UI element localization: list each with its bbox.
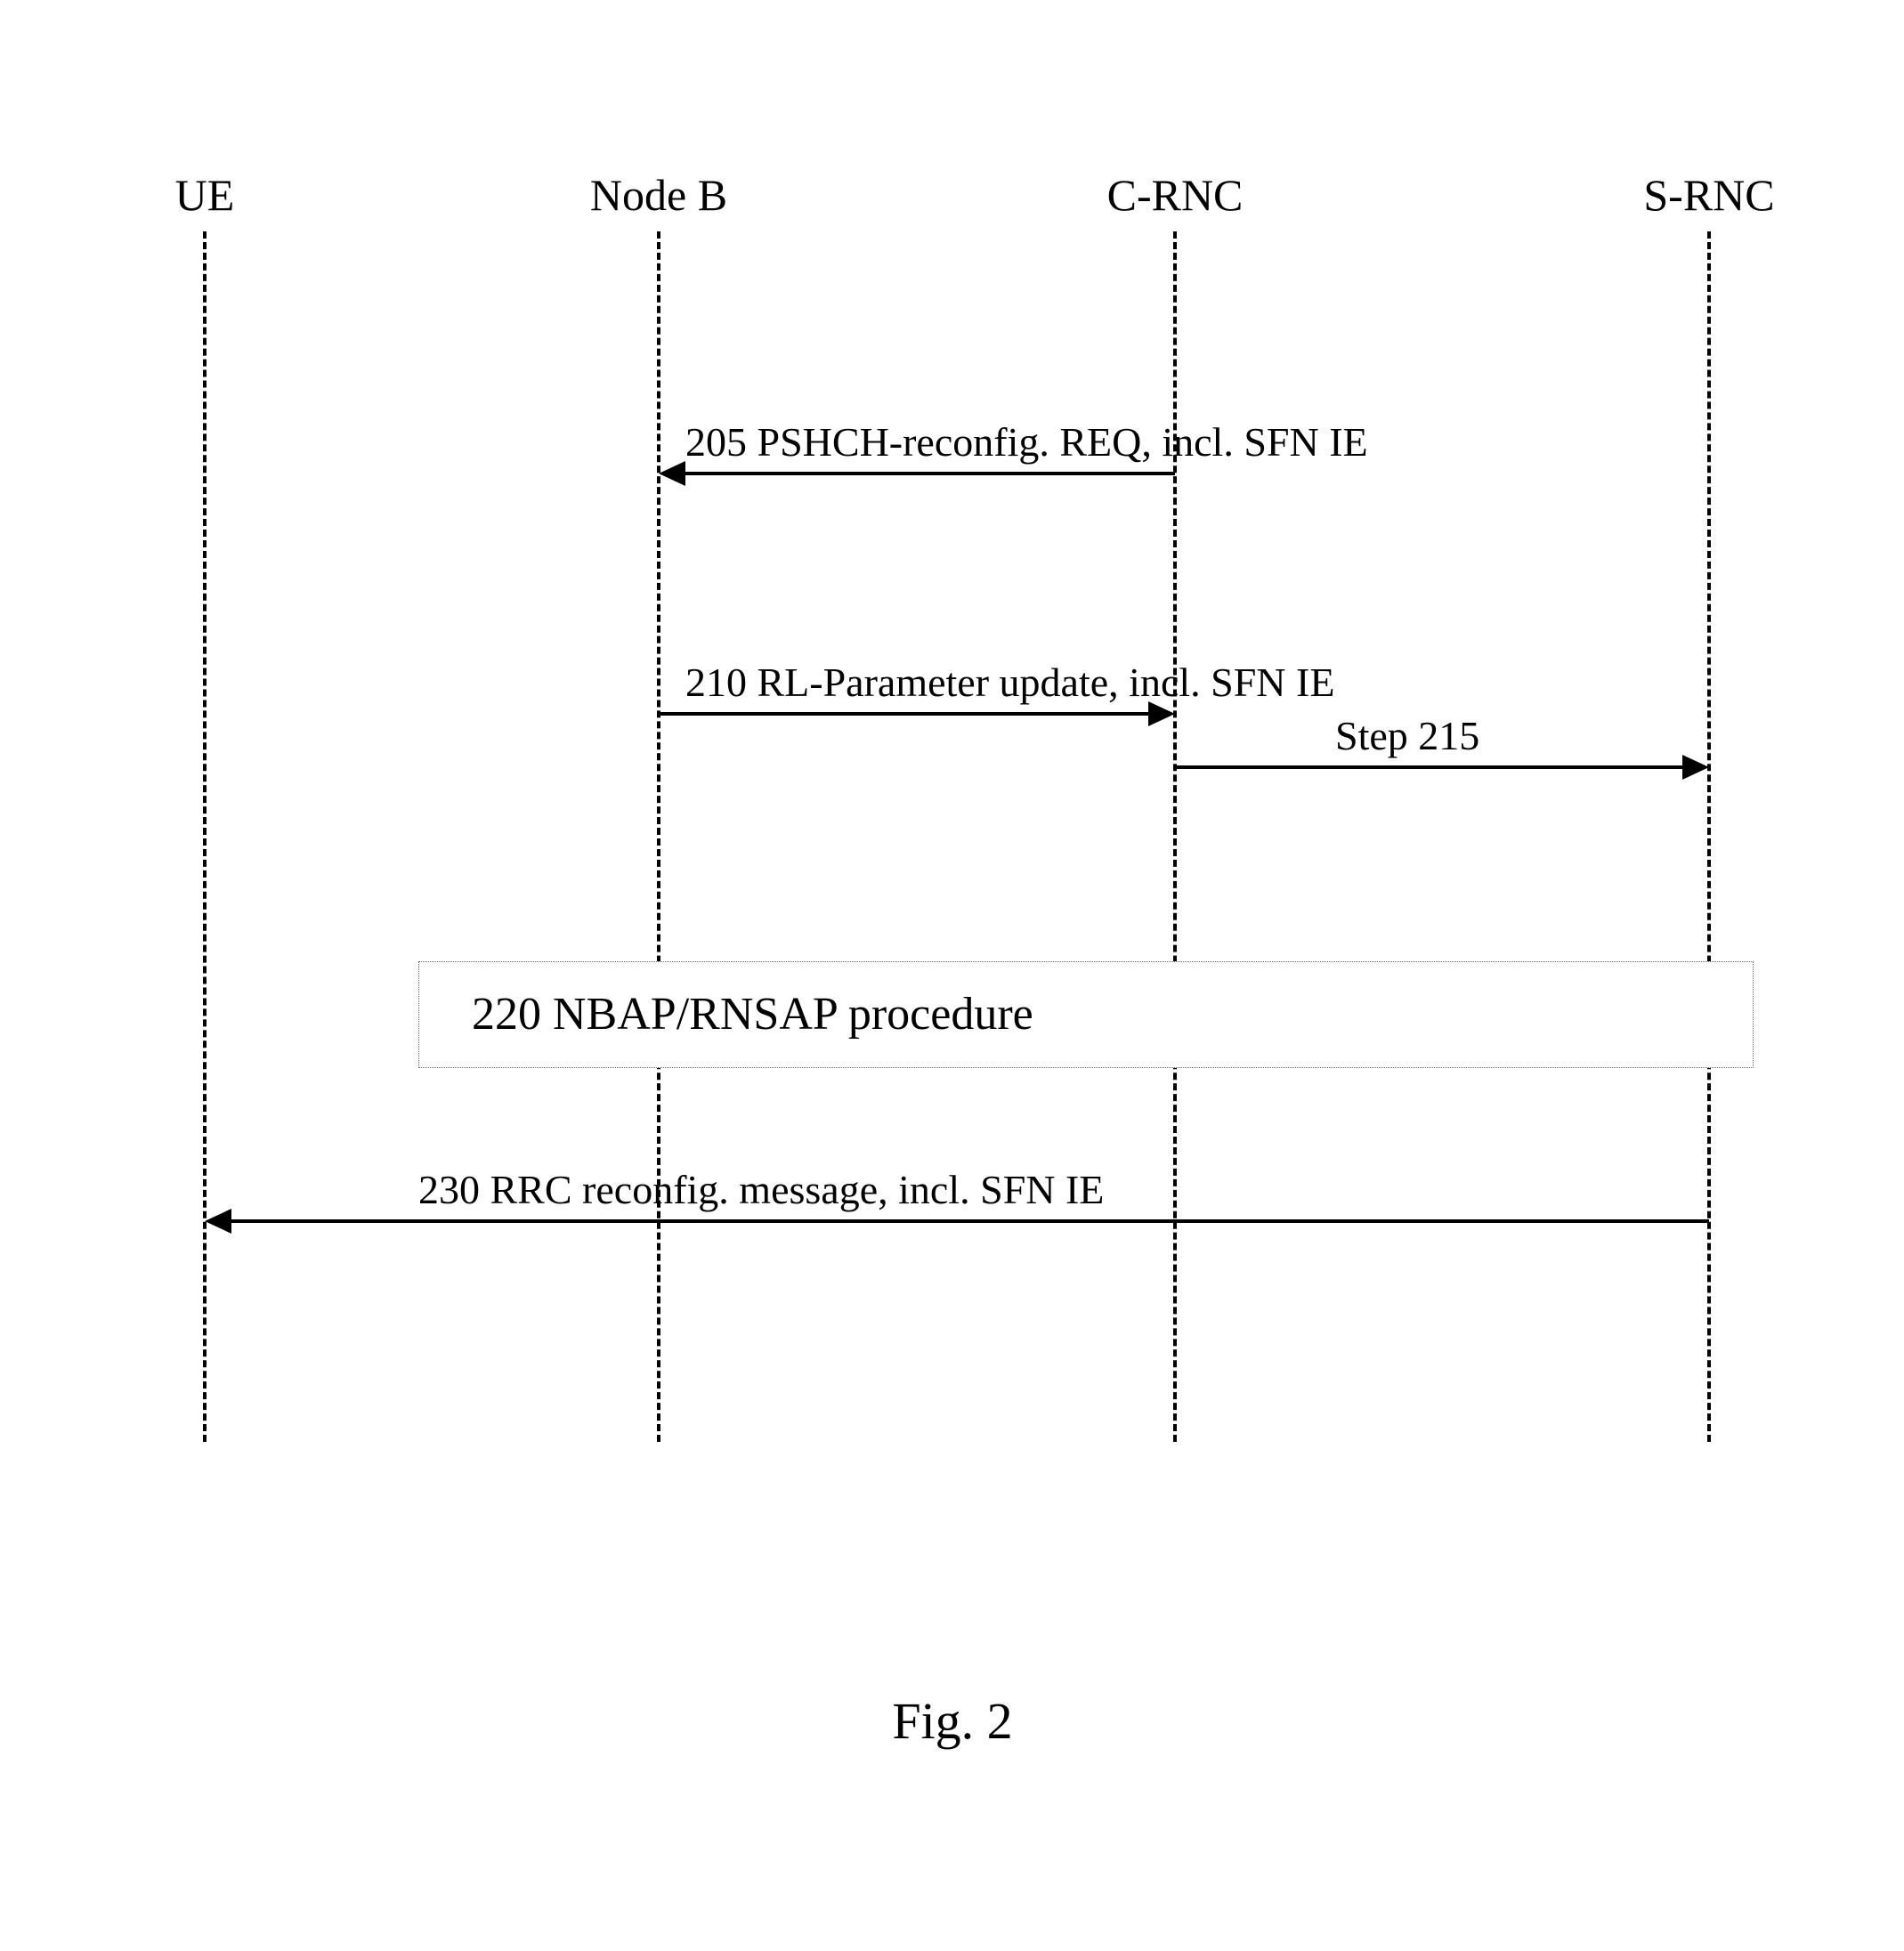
sequence-diagram: UE Node B C-RNC S-RNC 205 PSHCH-reconfig… [0,0,1904,1951]
figure-caption: Fig. 2 [892,1691,1012,1751]
actor-label-nodeb: Node B [590,169,727,221]
actor-label-srnc: S-RNC [1643,169,1774,221]
msg-205-arrowhead-icon [659,461,685,486]
actor-label-ue: UE [175,169,235,221]
lifeline-ue [203,231,207,1442]
actor-label-crnc: C-RNC [1107,169,1244,221]
msg-215-arrow [1175,765,1682,769]
msg-230-arrowhead-icon [205,1209,231,1234]
msg-210-label: 210 RL-Parameter update, incl. SFN IE [685,659,1334,706]
msg-205-arrow [685,472,1175,475]
msg-215-arrowhead-icon [1682,755,1709,780]
msg-205-label: 205 PSHCH-reconfig. REQ, incl. SFN IE [685,418,1368,465]
lifeline-srnc [1707,231,1711,1442]
msg-230-arrow [231,1219,1709,1223]
lifeline-nodeb [657,231,660,1442]
msg-215-label: Step 215 [1335,712,1479,759]
msg-210-arrow [659,712,1148,716]
procedure-220-label: 220 NBAP/RNSAP procedure [472,988,1033,1040]
lifeline-crnc [1173,231,1177,1442]
msg-230-label: 230 RRC reconfig. message, incl. SFN IE [418,1166,1104,1213]
msg-210-arrowhead-icon [1148,701,1175,726]
